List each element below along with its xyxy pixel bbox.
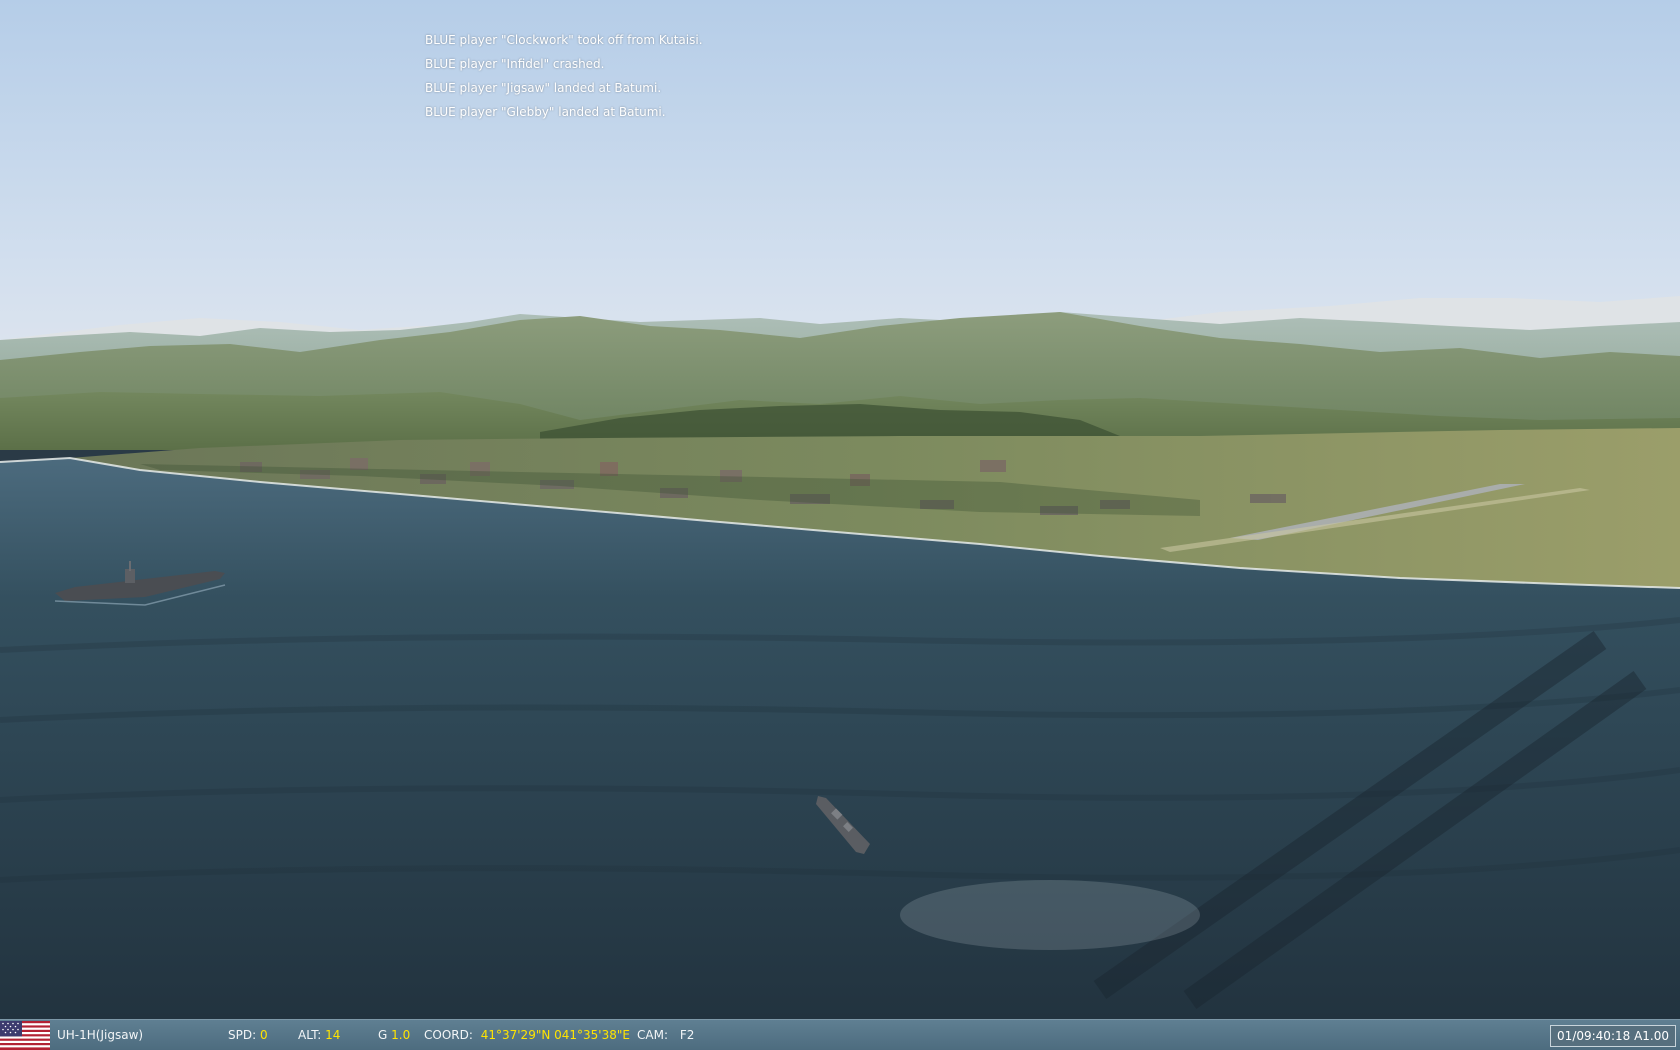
mission-clock: 01/09:40:18 A1.00 [1550, 1025, 1676, 1047]
event-message: BLUE player "Glebby" landed at Batumi. [425, 105, 666, 119]
scene-view [0, 0, 1680, 1019]
sun-glint [900, 880, 1200, 950]
unit-name: UH-1H(Jigsaw) [57, 1028, 144, 1042]
speed-value: 0 [259, 1028, 268, 1042]
coordinates-readout: COORD: 41°37'29"N 041°35'38"E [424, 1020, 630, 1050]
camera-readout: CAM: F2 [637, 1020, 694, 1050]
g-load-readout: G 1.0 [378, 1020, 410, 1050]
3d-viewport[interactable]: BLUE player "Clockwork" took off from Ku… [0, 0, 1680, 1019]
us-flag-icon [0, 1021, 50, 1050]
coordinates-value: 41°37'29"N 041°35'38"E [480, 1028, 630, 1042]
event-message: BLUE player "Jigsaw" landed at Batumi. [425, 81, 662, 95]
g-load-label: G [378, 1028, 388, 1042]
camera-label: CAM: [637, 1028, 668, 1042]
event-message: BLUE player "Infidel" crashed. [425, 57, 605, 71]
camera-value: F2 [679, 1028, 695, 1042]
event-message-log: BLUE player "Clockwork" took off from Ku… [425, 28, 703, 124]
event-message: BLUE player "Clockwork" took off from Ku… [425, 33, 703, 47]
coordinates-label: COORD: [424, 1028, 473, 1042]
speed-readout: SPD: 0 [228, 1020, 268, 1050]
altitude-readout: ALT: 14 [298, 1020, 340, 1050]
g-load-value: 1.0 [391, 1028, 411, 1042]
altitude-label: ALT: [298, 1028, 322, 1042]
altitude-value: 14 [325, 1028, 341, 1042]
speed-label: SPD: [228, 1028, 257, 1042]
status-bar: UH-1H(Jigsaw) SPD: 0 ALT: 14 G 1.0 COORD… [0, 1019, 1680, 1050]
